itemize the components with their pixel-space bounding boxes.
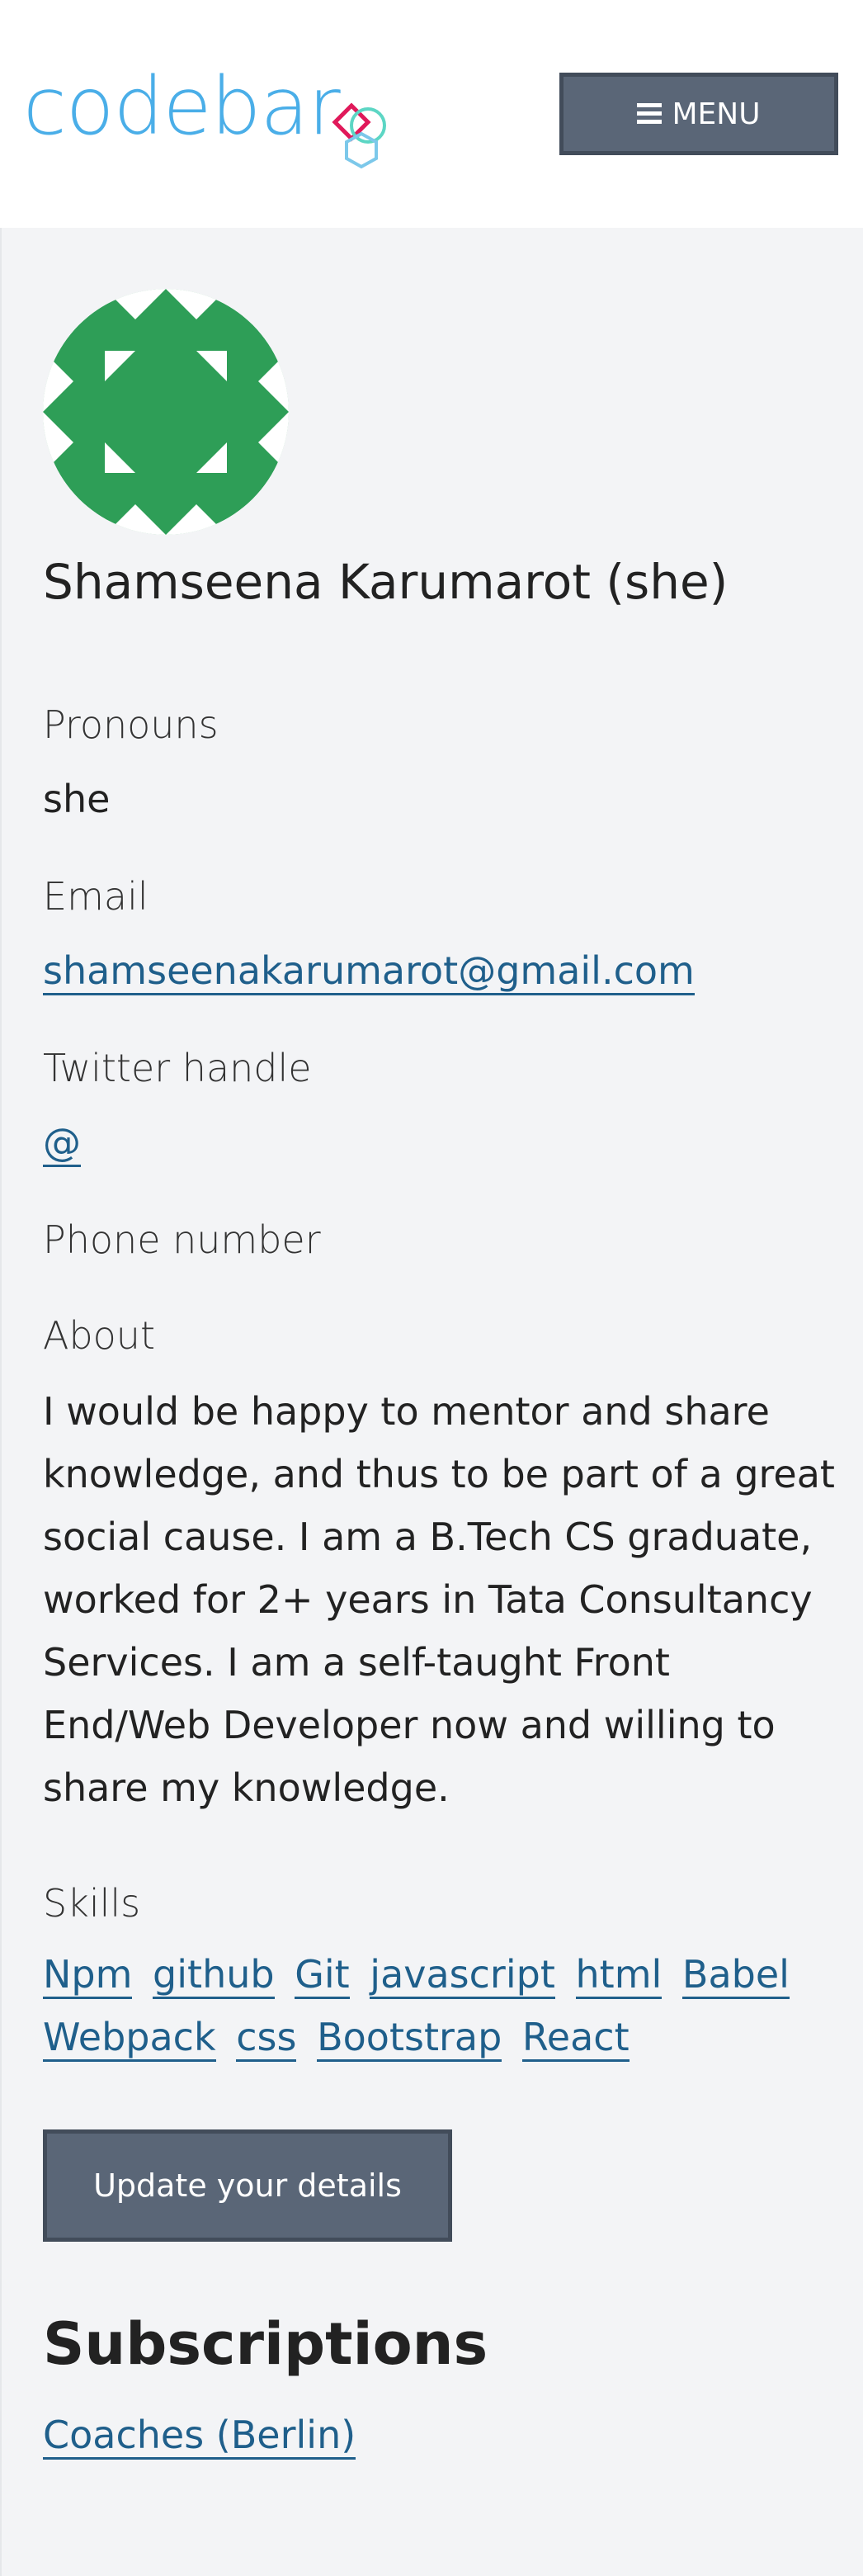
subscription-item: Coaches (Berlin) [43, 2410, 356, 2460]
subscriptions-title: Subscriptions [43, 2310, 488, 2378]
identicon-avatar [43, 289, 289, 535]
skill-tag[interactable]: javascript [370, 1952, 555, 1999]
site-header: codebar MENU [0, 0, 863, 228]
about-label: About [43, 1313, 156, 1358]
page-left-border [0, 0, 2, 2576]
logo-text: codebar [23, 60, 341, 153]
codebar-logo[interactable]: codebar [23, 61, 403, 177]
skill-tag[interactable]: html [575, 1952, 663, 1999]
email-label: Email [43, 874, 149, 919]
skill-tag[interactable]: Bootstrap [317, 2015, 502, 2062]
twitter-link[interactable]: @ [43, 1120, 81, 1167]
twitter-label: Twitter handle [43, 1046, 312, 1090]
skills-label: Skills [43, 1881, 141, 1926]
skill-tag[interactable]: React [521, 2015, 630, 2062]
skill-tag[interactable]: github [153, 1952, 275, 1999]
about-text: I would be happy to mentor and share kno… [43, 1389, 835, 1810]
menu-button-label: MENU [672, 97, 761, 131]
menu-button[interactable]: MENU [559, 73, 838, 155]
skills-list: Npm github Git javascript html Babel Web… [43, 1943, 835, 2068]
skill-tag[interactable]: Babel [681, 1952, 790, 1999]
avatar [43, 289, 289, 535]
skill-tag[interactable]: Webpack [43, 2015, 216, 2062]
twitter-value: @ [43, 1118, 81, 1167]
skill-tag[interactable]: Npm [43, 1952, 133, 1999]
codebar-logo-mark-icon [327, 96, 396, 177]
skill-tag[interactable]: css [236, 2015, 297, 2062]
email-link[interactable]: shamseenakarumarot@gmail.com [43, 948, 695, 995]
email-value: shamseenakarumarot@gmail.com [43, 946, 695, 995]
pronouns-label: Pronouns [43, 702, 219, 747]
profile-name: Shamseena Karumarot (she) [43, 554, 729, 610]
subscription-link[interactable]: Coaches (Berlin) [43, 2413, 356, 2460]
hamburger-icon [637, 103, 663, 125]
pronouns-value: she [43, 777, 111, 821]
phone-label: Phone number [43, 1217, 321, 1262]
update-details-button[interactable]: Update your details [43, 2129, 452, 2242]
skill-tag[interactable]: Git [295, 1952, 350, 1999]
